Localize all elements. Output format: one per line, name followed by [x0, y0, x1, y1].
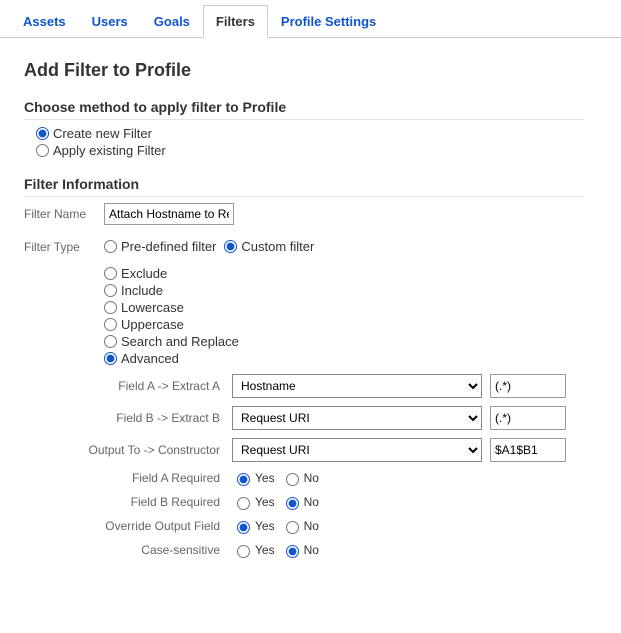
label-custom-filter: Custom filter	[241, 239, 314, 254]
label-apply-existing-filter: Apply existing Filter	[53, 143, 166, 158]
field-b-pattern-input[interactable]	[490, 406, 566, 430]
radio-field-a-required-no[interactable]	[286, 473, 299, 486]
field-a-label: Field A -> Extract A	[0, 379, 232, 393]
radio-case-sensitive-no[interactable]	[286, 545, 299, 558]
method-section-title: Choose method to apply filter to Profile	[24, 99, 584, 120]
radio-field-b-required-no[interactable]	[286, 497, 299, 510]
filter-info-title: Filter Information	[24, 176, 584, 197]
radio-search-replace[interactable]	[104, 335, 117, 348]
radio-override-no[interactable]	[286, 521, 299, 534]
label-create-new-filter: Create new Filter	[53, 126, 152, 141]
output-to-select[interactable]: Request URI	[232, 438, 482, 462]
tabs-bar: Assets Users Goals Filters Profile Setti…	[0, 4, 621, 38]
label-include: Include	[121, 283, 163, 298]
filter-name-label: Filter Name	[24, 207, 104, 221]
tab-users[interactable]: Users	[79, 5, 141, 38]
field-a-required-label: Field A Required	[0, 471, 232, 485]
label-no: No	[304, 519, 319, 533]
label-lowercase: Lowercase	[121, 300, 184, 315]
label-no: No	[304, 495, 319, 509]
tab-filters[interactable]: Filters	[203, 5, 268, 38]
filter-name-input[interactable]	[104, 203, 234, 225]
tab-goals[interactable]: Goals	[141, 5, 203, 38]
label-uppercase: Uppercase	[121, 317, 184, 332]
radio-field-a-required-yes[interactable]	[237, 473, 250, 486]
radio-create-new-filter[interactable]	[36, 127, 49, 140]
case-sensitive-label: Case-sensitive	[0, 543, 232, 557]
label-yes: Yes	[255, 519, 275, 533]
label-search-replace: Search and Replace	[121, 334, 239, 349]
radio-predefined-filter[interactable]	[104, 240, 117, 253]
radio-case-sensitive-yes[interactable]	[237, 545, 250, 558]
method-radio-group: Create new Filter Apply existing Filter	[36, 126, 621, 158]
radio-uppercase[interactable]	[104, 318, 117, 331]
label-exclude: Exclude	[121, 266, 167, 281]
filter-type-label: Filter Type	[24, 240, 104, 254]
radio-exclude[interactable]	[104, 267, 117, 280]
field-b-select[interactable]: Request URI	[232, 406, 482, 430]
label-predefined-filter: Pre-defined filter	[121, 239, 216, 254]
output-constructor-input[interactable]	[490, 438, 566, 462]
radio-field-b-required-yes[interactable]	[237, 497, 250, 510]
label-no: No	[304, 543, 319, 557]
radio-include[interactable]	[104, 284, 117, 297]
label-yes: Yes	[255, 471, 275, 485]
radio-override-yes[interactable]	[237, 521, 250, 534]
label-yes: Yes	[255, 543, 275, 557]
tab-assets[interactable]: Assets	[10, 5, 79, 38]
override-output-label: Override Output Field	[0, 519, 232, 533]
field-a-pattern-input[interactable]	[490, 374, 566, 398]
label-yes: Yes	[255, 495, 275, 509]
radio-custom-filter[interactable]	[224, 240, 237, 253]
tab-profile-settings[interactable]: Profile Settings	[268, 5, 389, 38]
label-no: No	[304, 471, 319, 485]
field-a-select[interactable]: Hostname	[232, 374, 482, 398]
subtype-radio-group: Exclude Include Lowercase Uppercase Sear…	[104, 266, 621, 366]
output-to-label: Output To -> Constructor	[0, 443, 232, 457]
label-advanced: Advanced	[121, 351, 179, 366]
field-b-label: Field B -> Extract B	[0, 411, 232, 425]
radio-advanced[interactable]	[104, 352, 117, 365]
radio-lowercase[interactable]	[104, 301, 117, 314]
field-b-required-label: Field B Required	[0, 495, 232, 509]
page-title: Add Filter to Profile	[24, 60, 621, 81]
radio-apply-existing-filter[interactable]	[36, 144, 49, 157]
